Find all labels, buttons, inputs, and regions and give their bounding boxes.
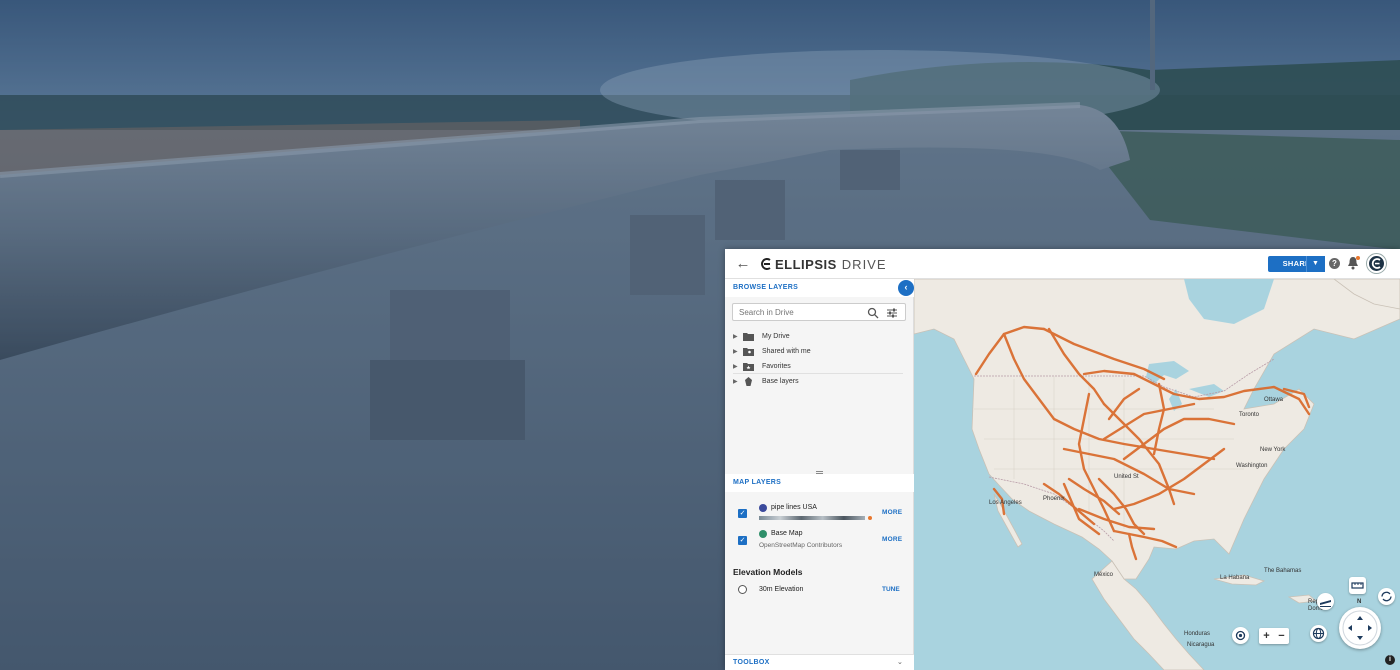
more-button[interactable]: MORE (882, 509, 902, 516)
expand-caret-icon[interactable]: ▶ (733, 348, 743, 355)
locate-me-button[interactable] (1232, 627, 1249, 644)
zoom-in-button[interactable]: + (1259, 628, 1274, 644)
map-label-la-habana: La Habana (1220, 575, 1250, 581)
map-canvas (914, 279, 1400, 670)
share-dropdown-icon[interactable]: ▼ (1306, 256, 1324, 272)
chevron-down-icon[interactable]: ⌄ (897, 655, 903, 670)
compass-north-label: N (1357, 599, 1362, 605)
layer-checkbox[interactable]: ✓ (738, 509, 747, 518)
map-label-honduras: Honduras (1184, 631, 1211, 637)
back-arrow-icon[interactable]: ← (735, 256, 751, 272)
crosshair-icon (1235, 630, 1246, 641)
notification-dot (1356, 256, 1360, 260)
map-label-phoenix: Phoenix (1043, 496, 1065, 502)
raster-layer-icon (759, 530, 767, 538)
attribution-info-icon[interactable]: i (1385, 655, 1395, 665)
user-avatar[interactable] (1367, 254, 1386, 273)
top-bar: ← ELLIPSIS DRIVE SHARE ▼ ? (725, 249, 1400, 279)
left-panel: BROWSE LAYERS ‹ ▶ My Drive (725, 279, 914, 670)
zoom-controls: + − (1259, 628, 1289, 644)
expand-caret-icon[interactable]: ▶ (733, 333, 743, 340)
help-icon[interactable]: ? (1329, 258, 1340, 269)
browse-layers-header: BROWSE LAYERS (725, 279, 914, 297)
ruler-icon (1351, 582, 1364, 589)
map-label-united-states: United St (1114, 474, 1139, 480)
tree-item-my-drive[interactable]: ▶ My Drive (733, 329, 903, 344)
globe-view-button[interactable] (1310, 625, 1327, 642)
elevation-models-heading: Elevation Models (733, 567, 803, 577)
map-label-toronto: Toronto (1239, 412, 1260, 418)
shared-folder-icon (743, 348, 754, 356)
toolbox-label: TOOLBOX (733, 659, 770, 666)
app-logo[interactable]: ELLIPSIS DRIVE (759, 256, 887, 272)
rotate-map-button[interactable] (1378, 588, 1395, 605)
vector-layer-icon (759, 504, 767, 512)
ellipsis-logo-icon (761, 258, 771, 270)
tree-item-base-layers[interactable]: ▶ Base layers (733, 374, 903, 389)
tree-item-label: Favorites (762, 363, 791, 370)
elevation-radio[interactable] (738, 585, 747, 594)
airplane-icon (1320, 600, 1331, 607)
search-input[interactable] (739, 306, 859, 319)
folder-icon (743, 333, 754, 341)
compass-control[interactable] (1339, 607, 1381, 649)
logo-subtext: DRIVE (841, 256, 887, 272)
measure-tool-button[interactable] (1349, 577, 1366, 594)
map-layers-header: MAP LAYERS (725, 474, 914, 492)
search-box[interactable] (732, 303, 906, 321)
globe-icon (1312, 627, 1325, 640)
tree-item-label: Shared with me (762, 348, 811, 355)
layer-attribution: OpenStreetMap Contributors (759, 542, 843, 549)
layer-row-base-map: ✓ Base Map OpenStreetMap Contributors MO… (725, 528, 914, 554)
tree-item-label: Base layers (762, 378, 799, 385)
tree-item-label: My Drive (762, 333, 790, 340)
rotate-icon (1381, 591, 1392, 602)
zoom-out-button[interactable]: − (1274, 628, 1289, 644)
layer-name[interactable]: Base Map (771, 530, 803, 537)
more-button[interactable]: MORE (882, 536, 902, 543)
compass-icon (1342, 610, 1378, 646)
layer-name[interactable]: pipe lines USA (771, 504, 817, 511)
layer-style-preview (759, 516, 865, 520)
layer-checkbox[interactable]: ✓ (738, 536, 747, 545)
base-layers-icon (745, 377, 752, 386)
folder-tree: ▶ My Drive ▶ Shared with me ▶ Favorites … (733, 329, 903, 389)
elevation-name: 30m Elevation (759, 586, 804, 593)
ellipsis-drive-window: ← ELLIPSIS DRIVE SHARE ▼ ? BROWSE LAYERS… (725, 249, 1400, 670)
map-label-new-york: New York (1260, 447, 1286, 453)
map-label-mexico: México (1094, 572, 1114, 578)
layer-row-pipelines: ✓ pipe lines USA MORE (725, 501, 914, 527)
map-label-the-bahamas: The Bahamas (1264, 568, 1302, 574)
logo-text: ELLIPSIS (775, 256, 837, 272)
tree-divider (733, 373, 903, 374)
fly-to-button[interactable] (1317, 593, 1334, 610)
expand-caret-icon[interactable]: ▶ (733, 378, 743, 385)
tree-item-shared-with-me[interactable]: ▶ Shared with me (733, 344, 903, 359)
tune-button[interactable]: TUNE (882, 586, 900, 593)
avatar-logo-icon (1371, 258, 1381, 269)
map-label-ottawa: Ottawa (1264, 397, 1284, 403)
north-america-land (914, 279, 1400, 580)
collapse-panel-icon[interactable]: ‹ (898, 280, 914, 296)
map-label-los-angeles: Los Angeles (989, 500, 1022, 506)
filter-settings-icon[interactable] (886, 307, 898, 319)
search-icon[interactable] (867, 307, 879, 319)
favorites-folder-icon (743, 363, 754, 371)
map-viewport[interactable]: Ottawa Toronto New York Washington Los A… (914, 279, 1400, 670)
expand-caret-icon[interactable]: ▶ (733, 363, 743, 370)
tree-item-favorites[interactable]: ▶ Favorites (733, 359, 903, 374)
map-label-washington: Washington (1236, 463, 1268, 469)
toolbox-header[interactable]: TOOLBOX ⌄ (725, 654, 914, 670)
map-label-nicaragua: Nicaragua (1187, 642, 1215, 648)
layer-status-dot (868, 516, 872, 520)
